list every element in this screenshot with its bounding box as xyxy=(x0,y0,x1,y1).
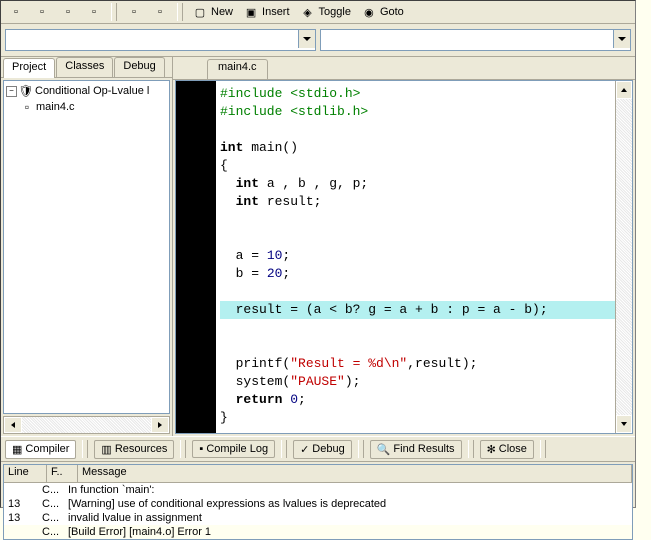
editor-pane: main4.c #include <stdio.h> #include <std… xyxy=(173,57,635,436)
compiler-icon: ▦ xyxy=(12,443,22,456)
win-list-icon[interactable]: ▫ xyxy=(83,2,105,22)
scroll-right-icon[interactable] xyxy=(151,417,169,433)
output-tabstrip: ▦Compiler ▥Resources ▪Compile Log ✓Debug 🔍Fi… xyxy=(1,436,635,462)
output-tab-resources[interactable]: ▥Resources xyxy=(94,440,174,459)
message-row[interactable]: 13C...[Warning] use of conditional expre… xyxy=(4,497,632,511)
member-combo[interactable] xyxy=(320,29,631,51)
code-editor[interactable]: #include <stdio.h> #include <stdlib.h> i… xyxy=(216,81,615,433)
goto-btn[interactable]: ◉Goto xyxy=(358,2,407,22)
goto-btn-label: Goto xyxy=(380,6,404,18)
side-tab-classes[interactable]: Classes xyxy=(56,57,113,77)
new-btn[interactable]: ▢New xyxy=(189,2,236,22)
find-results-icon: 🔍 xyxy=(377,443,391,456)
class-combo[interactable] xyxy=(5,29,316,51)
collapse-icon[interactable]: − xyxy=(6,86,17,97)
output-tab-find-results[interactable]: 🔍Find Results xyxy=(370,440,462,459)
win-list-icon-glyph: ▫ xyxy=(86,4,102,20)
file-tab-label: main4.c xyxy=(218,61,257,73)
col-message[interactable]: Message xyxy=(78,465,632,482)
new-btn-label: New xyxy=(211,6,233,18)
output-tab-compiler[interactable]: ▦Compiler xyxy=(5,440,76,459)
project-panel: ProjectClassesDebug − 🛡 Conditional Op-L… xyxy=(1,57,173,436)
side-tabstrip: ProjectClassesDebug xyxy=(1,57,172,78)
toggle-btn-glyph: ◈ xyxy=(300,4,316,20)
help-icon[interactable]: ▫ xyxy=(123,2,145,22)
toggle-btn[interactable]: ◈Toggle xyxy=(297,2,354,22)
goto-btn-glyph: ◉ xyxy=(361,4,377,20)
output-tab-debug[interactable]: ✓Debug xyxy=(293,440,352,459)
dropdown-icon[interactable] xyxy=(613,30,630,48)
editor-vscroll[interactable] xyxy=(615,81,632,433)
tree-file[interactable]: ▫ main4.c xyxy=(6,99,167,115)
file-tab[interactable]: main4.c xyxy=(207,59,268,79)
tree-file-label: main4.c xyxy=(36,101,75,113)
scroll-left-icon[interactable] xyxy=(4,417,22,433)
about-icon-glyph: ▫ xyxy=(152,4,168,20)
message-row[interactable]: C...In function `main': xyxy=(4,483,632,497)
tree-hscroll[interactable] xyxy=(3,416,170,434)
tree-root[interactable]: − 🛡 Conditional Op-Lvalue l xyxy=(6,83,167,99)
insert-btn-label: Insert xyxy=(262,6,290,18)
new-btn-glyph: ▢ xyxy=(192,4,208,20)
compiler-messages: Line F.. Message C...In function `main':… xyxy=(3,464,633,540)
compile-log-icon: ▪ xyxy=(199,443,203,455)
scroll-up-icon[interactable] xyxy=(616,81,632,99)
win-tile-icon[interactable]: ▫ xyxy=(5,2,27,22)
dropdown-icon[interactable] xyxy=(298,30,315,48)
win-max-icon-glyph: ▫ xyxy=(60,4,76,20)
about-icon[interactable]: ▫ xyxy=(149,2,171,22)
side-tab-project[interactable]: Project xyxy=(3,58,55,78)
help-icon-glyph: ▫ xyxy=(126,4,142,20)
message-row[interactable]: C...[Build Error] [main4.o] Error 1 xyxy=(4,525,632,539)
win-max-icon[interactable]: ▫ xyxy=(57,2,79,22)
resources-icon: ▥ xyxy=(101,443,111,456)
file-tabstrip: main4.c xyxy=(173,57,635,80)
col-line[interactable]: Line xyxy=(4,465,47,482)
close-icon: ✻ xyxy=(487,443,496,456)
tree-root-label: Conditional Op-Lvalue l xyxy=(35,85,149,97)
scroll-down-icon[interactable] xyxy=(616,415,632,433)
file-icon: ▫ xyxy=(20,100,34,114)
debug-icon: ✓ xyxy=(300,443,309,456)
project-tree[interactable]: − 🛡 Conditional Op-Lvalue l ▫ main4.c xyxy=(3,80,170,414)
combo-row xyxy=(1,24,635,57)
side-tab-debug[interactable]: Debug xyxy=(114,57,164,77)
toggle-btn-label: Toggle xyxy=(319,6,351,18)
win-cascade-icon[interactable]: ▫ xyxy=(31,2,53,22)
win-tile-icon-glyph: ▫ xyxy=(8,4,24,20)
messages-header: Line F.. Message xyxy=(4,465,632,483)
insert-btn[interactable]: ▣Insert xyxy=(240,2,293,22)
main-toolbar: ▫▫▫▫▫▫▢New▣Insert◈Toggle◉Goto xyxy=(1,1,635,24)
project-icon: 🛡 xyxy=(19,84,33,98)
output-tab-compile-log[interactable]: ▪Compile Log xyxy=(192,440,275,458)
insert-btn-glyph: ▣ xyxy=(243,4,259,20)
win-cascade-icon-glyph: ▫ xyxy=(34,4,50,20)
output-tab-close[interactable]: ✻Close xyxy=(480,440,534,459)
col-file[interactable]: F.. xyxy=(47,465,78,482)
editor-gutter xyxy=(176,81,216,433)
